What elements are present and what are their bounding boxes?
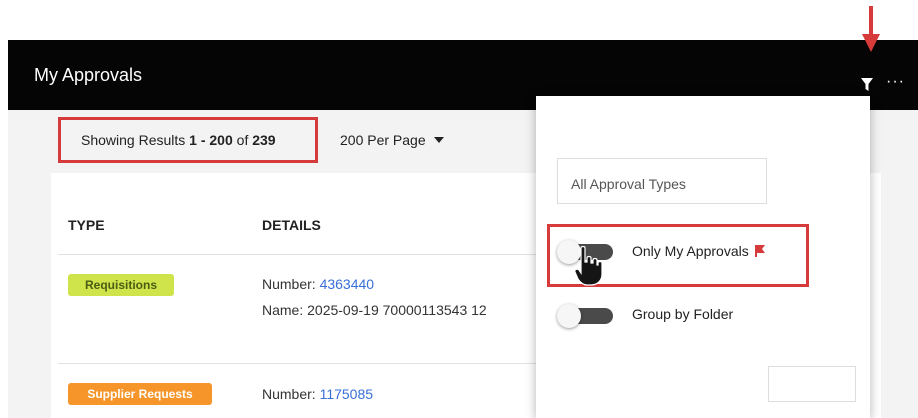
- row-number-line: Number: 4363440: [262, 276, 374, 292]
- number-label: Number:: [262, 276, 320, 292]
- supplier-request-number-link[interactable]: 1175085: [320, 386, 373, 402]
- pointer-hand-icon: [574, 246, 603, 286]
- number-label: Number:: [262, 386, 320, 402]
- requisition-number-link[interactable]: 4363440: [320, 276, 375, 292]
- chevron-down-icon: [433, 137, 444, 143]
- filter-icon[interactable]: [861, 78, 873, 92]
- type-badge-supplier-requests: Supplier Requests: [68, 383, 212, 405]
- approval-type-value: All Approval Types: [571, 176, 686, 192]
- row-number-line: Number: 1175085: [262, 386, 373, 402]
- row-divider: [58, 363, 536, 364]
- page-title: My Approvals: [34, 65, 143, 85]
- group-by-folder-label: Group by Folder: [632, 306, 734, 322]
- panel-input-box[interactable]: [768, 366, 856, 402]
- toggle-knob: [557, 304, 581, 328]
- group-by-folder-toggle[interactable]: [557, 304, 613, 328]
- per-page-label: 200 Per Page: [340, 132, 426, 148]
- more-icon[interactable]: ···: [886, 73, 905, 91]
- row-name-line: Name: 2025-09-19 70000113543 12: [262, 302, 487, 318]
- arrow-down-icon: [862, 6, 880, 52]
- header-divider: [58, 254, 536, 255]
- per-page-dropdown[interactable]: 200 Per Page: [340, 132, 444, 148]
- column-header-type[interactable]: TYPE: [68, 217, 105, 233]
- column-header-details[interactable]: DETAILS: [262, 217, 321, 233]
- type-badge-requisitions: Requisitions: [68, 274, 174, 296]
- screenshot-stage: My Approvals ··· Showing Results 1 - 200…: [0, 0, 918, 418]
- annotation-box-results: [58, 117, 318, 163]
- approval-type-select[interactable]: All Approval Types: [557, 158, 767, 204]
